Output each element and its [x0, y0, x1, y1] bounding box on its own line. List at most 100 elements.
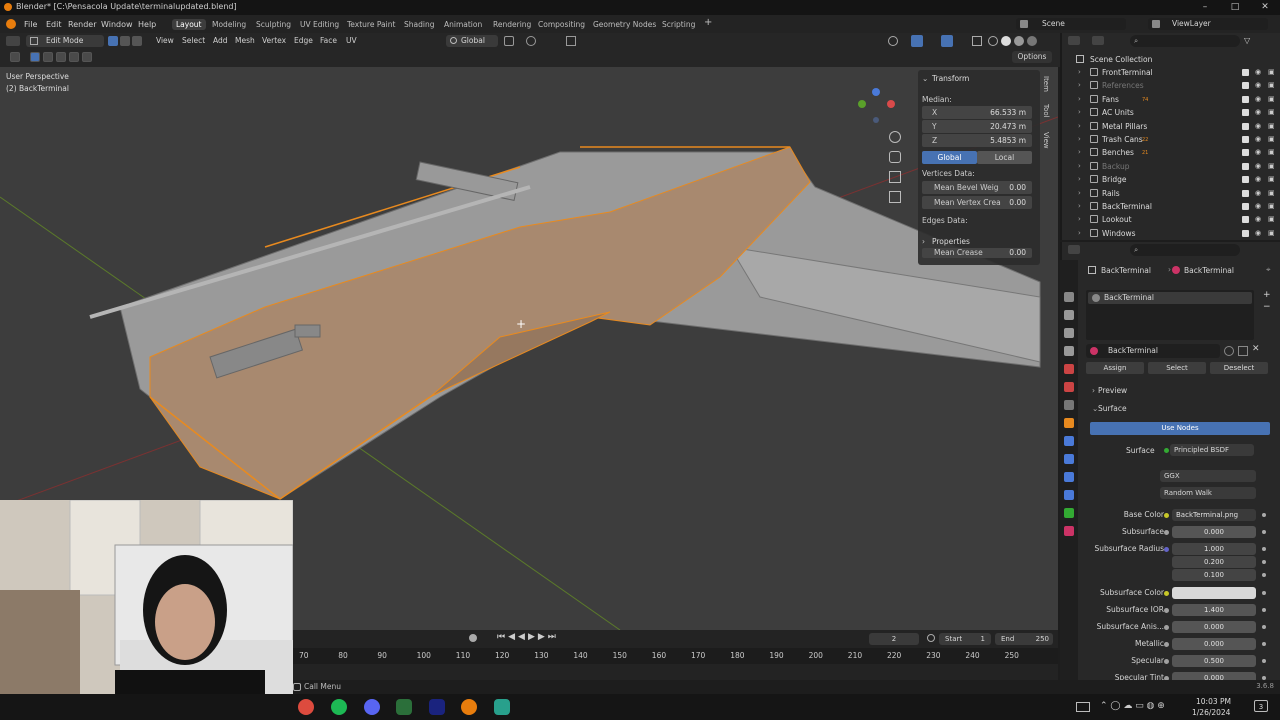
exclude-checkbox[interactable]	[1242, 176, 1249, 184]
outliner-item[interactable]: › Benches ◉ ▣	[1062, 146, 1280, 159]
app-taskbar-icon[interactable]	[429, 699, 445, 715]
system-tray-icons[interactable]: ⌃ ◯ ☁ ▭ ◍ ⊕	[1100, 701, 1165, 711]
outliner-item[interactable]: › Lookout ◉ ▣	[1062, 213, 1280, 226]
keyboard-icon[interactable]	[1076, 702, 1090, 712]
add-slot-button[interactable]: +	[1263, 290, 1271, 300]
output-tab-icon[interactable]	[1064, 328, 1074, 338]
expand-arrow-icon[interactable]: ›	[1078, 68, 1081, 76]
tab-rendering[interactable]: Rendering	[489, 19, 535, 30]
socket-icon[interactable]	[1164, 625, 1169, 630]
expand-arrow-icon[interactable]: ›	[1078, 202, 1081, 210]
median-z-field[interactable]: Z 5.4853 m	[922, 134, 1032, 147]
overlay-toggle-icon[interactable]	[941, 35, 953, 47]
exclude-checkbox[interactable]	[1242, 149, 1249, 157]
data-tab-icon[interactable]	[1064, 508, 1074, 518]
exclude-checkbox[interactable]	[1242, 216, 1249, 224]
outliner-item[interactable]: › FrontTerminal ◉ ▣	[1062, 66, 1280, 79]
camera-icon[interactable]: ▣	[1268, 135, 1275, 143]
eye-icon[interactable]: ◉	[1255, 135, 1261, 143]
use-nodes-button[interactable]: Use Nodes	[1090, 422, 1270, 435]
header-menu-add[interactable]: Add	[213, 36, 228, 45]
object-tab-icon[interactable]	[1064, 418, 1074, 428]
terminal-taskbar-icon[interactable]	[494, 699, 510, 715]
outliner-item[interactable]: › Fans ◉ ▣	[1062, 93, 1280, 106]
exclude-checkbox[interactable]	[1242, 122, 1249, 130]
tab-view[interactable]: View	[1042, 132, 1050, 149]
expand-arrow-icon[interactable]: ›	[1078, 189, 1081, 197]
blender-taskbar-icon[interactable]	[461, 699, 477, 715]
bsdf-input-field[interactable]: 0.100	[1172, 569, 1256, 581]
end-frame-field[interactable]: End 250	[995, 633, 1053, 645]
solid-shading-icon[interactable]	[1001, 36, 1011, 46]
tab-uv-editing[interactable]: UV Editing	[296, 19, 343, 30]
preview-chevron-icon[interactable]: ›	[1092, 386, 1095, 395]
outliner-item[interactable]: › Rails ◉ ▣	[1062, 187, 1280, 200]
keyframe-dot-icon[interactable]	[1262, 625, 1266, 629]
camera-icon[interactable]: ▣	[1268, 108, 1275, 116]
orientation-selector[interactable]: Global	[446, 35, 498, 47]
expand-arrow-icon[interactable]: ›	[1078, 215, 1081, 223]
scene-collection-row[interactable]: Scene Collection	[1062, 53, 1280, 66]
add-workspace-button[interactable]: +	[700, 16, 716, 29]
remove-slot-button[interactable]: −	[1263, 302, 1271, 312]
transform-chevron-icon[interactable]: ⌄	[922, 74, 928, 83]
blender-menu-icon[interactable]	[6, 19, 16, 29]
median-x-field[interactable]: X 66.533 m	[922, 106, 1032, 119]
camera-icon[interactable]: ▣	[1268, 215, 1275, 223]
surface-panel-header[interactable]: Surface	[1098, 404, 1127, 413]
pin-icon[interactable]: ⌖	[1266, 265, 1271, 275]
exclude-checkbox[interactable]	[1242, 136, 1249, 143]
exclude-checkbox[interactable]	[1242, 162, 1249, 170]
keyframe-dot-icon[interactable]	[1262, 530, 1266, 534]
tab-texture-paint[interactable]: Texture Paint	[343, 19, 399, 30]
tab-geometry-nodes[interactable]: Geometry Nodes	[589, 19, 660, 30]
vertex-select-icon[interactable]	[108, 36, 118, 46]
keyframe-dot-icon[interactable]	[1262, 608, 1266, 612]
camera-icon[interactable]: ▣	[1268, 189, 1275, 197]
material-name-field[interactable]: BackTerminal	[1086, 344, 1220, 358]
eye-icon[interactable]: ◉	[1255, 122, 1261, 130]
mean-bevel-field[interactable]: Mean Bevel Weig 0.00	[922, 181, 1032, 194]
header-menu-uv[interactable]: UV	[346, 36, 357, 45]
outliner-item[interactable]: › Bridge ◉ ▣	[1062, 173, 1280, 186]
camera-view-icon[interactable]	[889, 171, 901, 183]
eye-icon[interactable]: ◉	[1255, 229, 1261, 237]
keyframe-icon[interactable]	[469, 634, 477, 642]
eye-icon[interactable]: ◉	[1255, 95, 1261, 103]
socket-icon[interactable]	[1164, 591, 1169, 596]
particles-tab-icon[interactable]	[1064, 454, 1074, 464]
properties-heading[interactable]: Properties	[932, 237, 970, 246]
duplicate-material-icon[interactable]	[1238, 346, 1248, 356]
constraints-tab-icon[interactable]	[1064, 490, 1074, 500]
expand-arrow-icon[interactable]: ›	[1078, 162, 1081, 170]
keyframe-dot-icon[interactable]	[1262, 560, 1266, 564]
socket-icon[interactable]	[1164, 659, 1169, 664]
keyframe-dot-icon[interactable]	[1262, 591, 1266, 595]
modifiers-tab-icon[interactable]	[1064, 436, 1074, 446]
exclude-checkbox[interactable]	[1242, 203, 1249, 210]
expand-arrow-icon[interactable]: ›	[1078, 175, 1081, 183]
breadcrumb-object[interactable]: BackTerminal	[1101, 266, 1151, 275]
camera-icon[interactable]: ▣	[1268, 81, 1275, 89]
select-button[interactable]: Select	[1148, 362, 1206, 374]
tool-tab-icon[interactable]	[1064, 292, 1074, 302]
bsdf-input-field[interactable]	[1172, 587, 1256, 599]
socket-icon[interactable]	[1164, 530, 1169, 535]
editor-type-icon[interactable]	[6, 36, 20, 46]
edge-select-icon[interactable]	[120, 36, 130, 46]
camera-icon[interactable]: ▣	[1268, 175, 1275, 183]
mean-crease-field[interactable]: Mean Crease 0.00	[922, 248, 1032, 258]
wireframe-shading-icon[interactable]	[988, 36, 998, 46]
bsdf-input-field[interactable]: 0.000	[1172, 638, 1256, 650]
filter-icon[interactable]: ▽	[1244, 36, 1250, 45]
eye-icon[interactable]: ◉	[1255, 148, 1261, 156]
exclude-checkbox[interactable]	[1242, 69, 1249, 76]
tool-select-icon[interactable]	[10, 52, 20, 62]
material-browse-icon[interactable]	[1090, 347, 1098, 355]
eye-icon[interactable]: ◉	[1255, 215, 1261, 223]
mean-vertex-crease-field[interactable]: Mean Vertex Crea 0.00	[922, 196, 1032, 209]
subsurface-method-dropdown[interactable]: Random Walk	[1160, 487, 1256, 499]
proportional-edit-icon[interactable]	[566, 36, 576, 46]
menu-window[interactable]: Window	[101, 20, 133, 29]
fake-user-icon[interactable]	[1224, 346, 1234, 356]
